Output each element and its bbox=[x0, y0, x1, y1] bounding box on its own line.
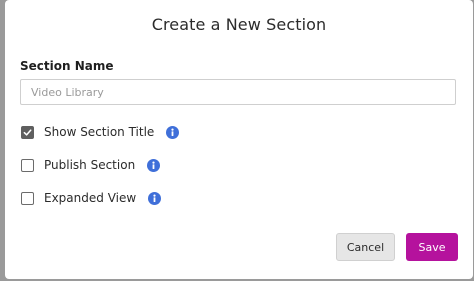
publish-section-label: Publish Section bbox=[44, 158, 136, 172]
checkmark-icon bbox=[23, 128, 32, 136]
expanded-view-checkbox[interactable] bbox=[21, 191, 34, 205]
info-icon[interactable] bbox=[147, 158, 161, 172]
section-name-input[interactable] bbox=[20, 79, 456, 105]
section-name-label: Section Name bbox=[20, 59, 114, 73]
create-section-dialog: Create a New Section Section Name Show S… bbox=[5, 0, 473, 279]
info-icon[interactable] bbox=[148, 191, 162, 205]
option-show-section-title[interactable]: Show Section Title bbox=[21, 123, 180, 141]
save-button[interactable]: Save bbox=[406, 233, 458, 261]
dialog-title: Create a New Section bbox=[151, 15, 327, 34]
expanded-view-label: Expanded View bbox=[44, 191, 137, 205]
option-publish-section[interactable]: Publish Section bbox=[21, 156, 161, 174]
info-icon[interactable] bbox=[166, 125, 180, 139]
publish-section-checkbox[interactable] bbox=[21, 158, 34, 172]
show-section-title-label: Show Section Title bbox=[44, 125, 155, 139]
show-section-title-checkbox[interactable] bbox=[21, 125, 34, 139]
option-expanded-view[interactable]: Expanded View bbox=[21, 189, 162, 207]
cancel-button[interactable]: Cancel bbox=[336, 233, 395, 261]
